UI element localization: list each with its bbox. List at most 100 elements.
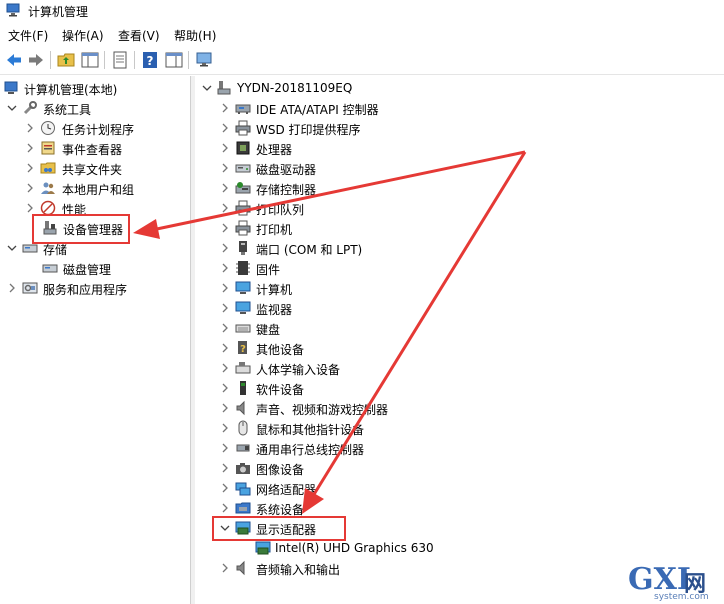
device-category-label: 通用串行总线控制器: [256, 443, 365, 457]
show-tree-icon[interactable]: [80, 50, 100, 70]
device-category[interactable]: 处理器: [195, 138, 724, 158]
device-category[interactable]: 监视器: [195, 298, 724, 318]
chevron-right-icon[interactable]: [219, 162, 231, 174]
computer-management-icon: [4, 81, 18, 94]
device-category[interactable]: 固件: [195, 258, 724, 278]
chevron-down-icon[interactable]: [6, 242, 18, 254]
chevron-right-icon[interactable]: [219, 102, 231, 114]
printer-icon: [235, 120, 251, 136]
tree-item-event-viewer[interactable]: 事件查看器: [0, 138, 190, 158]
display-adapter-icon: [255, 541, 271, 555]
chevron-right-icon[interactable]: [219, 502, 231, 514]
device-category[interactable]: 通用串行总线控制器: [195, 438, 724, 458]
device-category[interactable]: 图像设备: [195, 458, 724, 478]
chevron-right-icon[interactable]: [219, 322, 231, 334]
tree-item-system-tools[interactable]: 系统工具: [0, 98, 190, 118]
chevron-right-icon[interactable]: [219, 462, 231, 474]
device-category-label: 声音、视频和游戏控制器: [256, 403, 389, 417]
forward-icon[interactable]: [26, 50, 46, 70]
menu-file[interactable]: 文件(F): [8, 27, 48, 44]
device-category-label: 固件: [256, 263, 281, 277]
tree-item-label: 服务和应用程序: [43, 283, 128, 297]
other-devices-icon: ?: [238, 341, 247, 355]
device-category[interactable]: 网络适配器: [195, 478, 724, 498]
device-category-label: WSD 打印提供程序: [256, 123, 361, 137]
firmware-icon: [236, 261, 250, 275]
chevron-right-icon[interactable]: [219, 182, 231, 194]
device-category[interactable]: IDE ATA/ATAPI 控制器: [195, 98, 724, 118]
chevron-right-icon[interactable]: [24, 122, 36, 134]
chevron-right-icon[interactable]: [219, 342, 231, 354]
chevron-right-icon[interactable]: [219, 202, 231, 214]
menu-action[interactable]: 操作(A): [62, 27, 104, 44]
tree-item-local-users[interactable]: 本地用户和组: [0, 178, 190, 198]
device-category[interactable]: 键盘: [195, 318, 724, 338]
chevron-down-icon[interactable]: [201, 82, 213, 94]
toolbar-separator: [188, 51, 189, 69]
menu-bar: 文件(F) 操作(A) 查看(V) 帮助(H): [0, 22, 724, 46]
device-category[interactable]: 端口 (COM 和 LPT): [195, 238, 724, 258]
menu-view[interactable]: 查看(V): [118, 27, 160, 44]
chevron-right-icon[interactable]: [219, 482, 231, 494]
watermark-logo: GXI 网 system.com: [628, 562, 722, 604]
chevron-right-icon[interactable]: [219, 142, 231, 154]
menu-help[interactable]: 帮助(H): [174, 27, 216, 44]
navigation-tree: 计算机管理(本地) 系统工具 任务计划程序 事件查看器 共享文件夹 本地用户和组…: [0, 76, 191, 604]
device-category-label: 打印机: [256, 223, 293, 237]
tree-item-label: 计算机管理(本地): [24, 83, 118, 97]
device-category-label: 处理器: [256, 143, 293, 157]
chevron-right-icon[interactable]: [219, 242, 231, 254]
chevron-right-icon[interactable]: [219, 262, 231, 274]
back-icon[interactable]: [4, 50, 24, 70]
monitor-icon[interactable]: [194, 50, 214, 70]
toolbar-separator: [104, 51, 105, 69]
up-folder-icon[interactable]: [56, 50, 76, 70]
computer-icon: [217, 81, 231, 95]
tree-item-disk-management[interactable]: 磁盘管理: [0, 258, 190, 278]
properties-icon[interactable]: [110, 50, 130, 70]
tree-item-services-apps[interactable]: 服务和应用程序: [0, 278, 190, 298]
chevron-right-icon[interactable]: [219, 422, 231, 434]
chevron-right-icon[interactable]: [219, 442, 231, 454]
device-category[interactable]: 打印机: [195, 218, 724, 238]
device-category-label: 键盘: [256, 323, 281, 337]
toolbar-separator: [134, 51, 135, 69]
chevron-right-icon[interactable]: [24, 202, 36, 214]
device-category[interactable]: 声音、视频和游戏控制器: [195, 398, 724, 418]
chevron-right-icon[interactable]: [219, 302, 231, 314]
device-category[interactable]: ? 其他设备: [195, 338, 724, 358]
device-category[interactable]: 打印队列: [195, 198, 724, 218]
tree-item-shared-folders[interactable]: 共享文件夹: [0, 158, 190, 178]
device-category[interactable]: 人体学输入设备: [195, 358, 724, 378]
watermark-domain: system.com: [654, 592, 709, 602]
chevron-right-icon[interactable]: [219, 382, 231, 394]
chevron-right-icon[interactable]: [24, 142, 36, 154]
computer-management-icon: [6, 3, 20, 17]
device-category[interactable]: 软件设备: [195, 378, 724, 398]
device-item[interactable]: Intel(R) UHD Graphics 630: [195, 538, 724, 558]
chevron-right-icon[interactable]: [219, 222, 231, 234]
chevron-right-icon[interactable]: [219, 562, 231, 574]
tree-item-task-scheduler[interactable]: 任务计划程序: [0, 118, 190, 138]
chevron-right-icon[interactable]: [24, 182, 36, 194]
device-category[interactable]: WSD 打印提供程序: [195, 118, 724, 138]
chevron-right-icon[interactable]: [219, 402, 231, 414]
device-category[interactable]: 鼠标和其他指针设备: [195, 418, 724, 438]
chevron-right-icon[interactable]: [219, 282, 231, 294]
chevron-right-icon[interactable]: [219, 122, 231, 134]
device-category[interactable]: 存储控制器: [195, 178, 724, 198]
chevron-right-icon[interactable]: [24, 162, 36, 174]
chevron-down-icon[interactable]: [6, 102, 18, 114]
tree-item-label: 任务计划程序: [62, 123, 135, 137]
action-pane-icon[interactable]: [164, 50, 184, 70]
tree-item-root[interactable]: 计算机管理(本地): [0, 78, 190, 98]
help-icon[interactable]: ?: [140, 50, 160, 70]
computer-name: YYDN-20181109EQ: [237, 81, 353, 95]
device-tree-root[interactable]: YYDN-20181109EQ: [195, 78, 724, 98]
tree-item-label: 系统工具: [43, 103, 92, 117]
device-category[interactable]: 系统设备: [195, 498, 724, 518]
device-category[interactable]: 计算机: [195, 278, 724, 298]
chevron-right-icon[interactable]: [6, 282, 18, 294]
chevron-right-icon[interactable]: [219, 362, 231, 374]
device-category[interactable]: 磁盘驱动器: [195, 158, 724, 178]
